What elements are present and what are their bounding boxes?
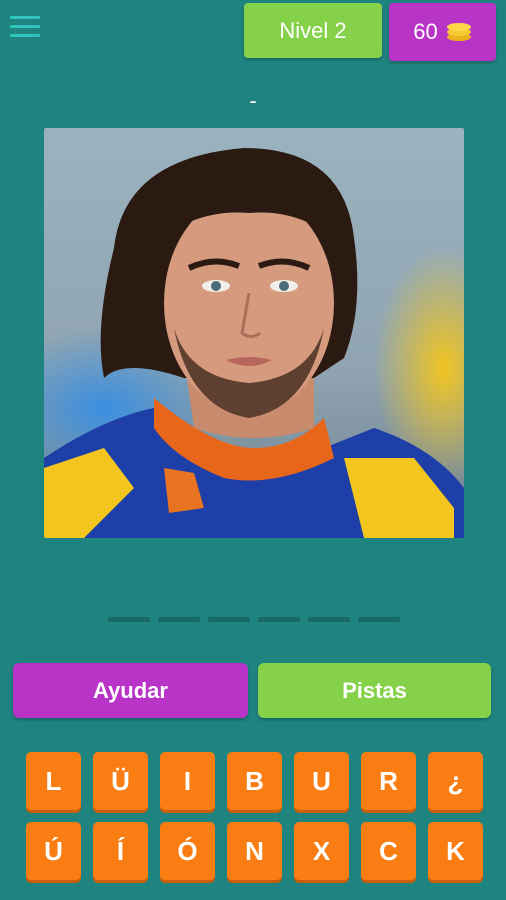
hamburger-menu-icon[interactable]	[10, 16, 40, 42]
letter-key[interactable]: L	[26, 752, 81, 810]
level-badge: Nivel 2	[244, 3, 382, 58]
letter-key[interactable]: Ü	[93, 752, 148, 810]
portrait-image	[44, 128, 464, 538]
letter-key[interactable]: N	[227, 822, 282, 880]
letter-key[interactable]: U	[294, 752, 349, 810]
letter-key[interactable]: Í	[93, 822, 148, 880]
clues-button[interactable]: Pistas	[258, 663, 491, 718]
letter-key[interactable]: C	[361, 822, 416, 880]
help-button[interactable]: Ayudar	[13, 663, 248, 718]
answer-slot[interactable]	[208, 617, 250, 622]
answer-slot[interactable]	[108, 617, 150, 622]
answer-slot[interactable]	[308, 617, 350, 622]
letter-key[interactable]: B	[227, 752, 282, 810]
coins-badge[interactable]: 60	[389, 3, 496, 61]
letter-key[interactable]: K	[428, 822, 483, 880]
letter-key[interactable]: X	[294, 822, 349, 880]
answer-slot[interactable]	[158, 617, 200, 622]
letter-key[interactable]: ¿	[428, 752, 483, 810]
coin-stack-icon	[446, 22, 472, 42]
coin-count: 60	[413, 19, 438, 44]
answer-hint: -	[249, 88, 257, 113]
letter-key[interactable]: Ó	[160, 822, 215, 880]
answer-slot[interactable]	[258, 617, 300, 622]
answer-slot[interactable]	[358, 617, 400, 622]
letter-key[interactable]: R	[361, 752, 416, 810]
answer-slots	[108, 617, 408, 623]
letter-key[interactable]: I	[160, 752, 215, 810]
letter-key[interactable]: Ú	[26, 822, 81, 880]
